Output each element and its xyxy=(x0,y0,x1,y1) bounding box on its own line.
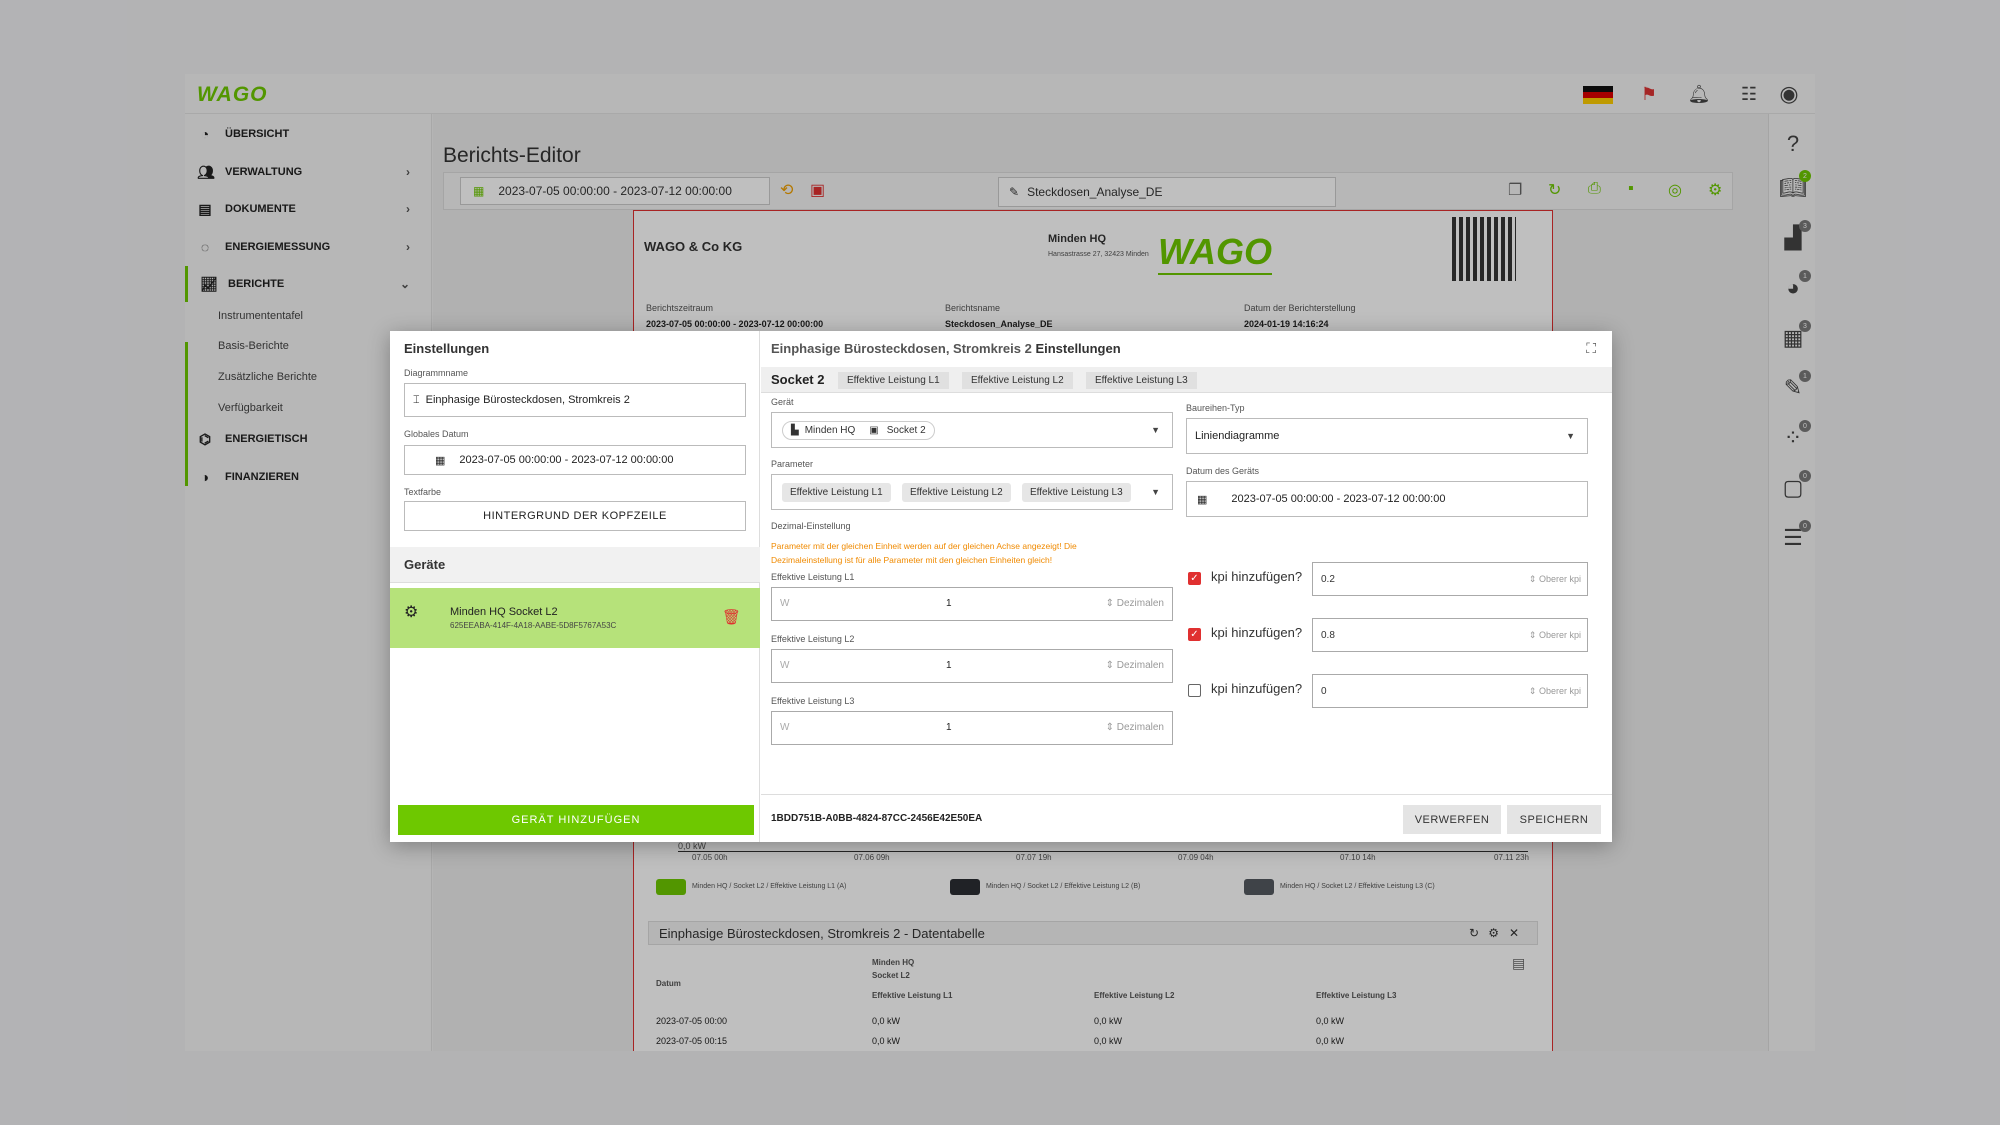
device-chip-socket: Socket 2 xyxy=(886,425,926,436)
settings-title: Einstellungen xyxy=(404,341,490,356)
device-date-value: 2023-07-05 00:00:00 - 2023-07-12 00:00:0… xyxy=(1231,493,1446,505)
kpi-placeholder: Oberer kpi xyxy=(1538,686,1581,696)
diagram-name-label: Diagrammname xyxy=(404,368,469,378)
fullscreen-icon[interactable]: ⛶ xyxy=(1586,340,1596,357)
diagram-title-suffix: Einstellungen xyxy=(1035,341,1121,356)
decimal-value: 1 xyxy=(946,660,952,671)
dialog-right-panel: Einphasige Bürosteckdosen, Stromkreis 2 … xyxy=(761,331,1612,842)
text-cursor-icon: ⌶ xyxy=(413,393,420,406)
decimal-placeholder: Dezimalen xyxy=(1116,660,1164,671)
gears-icon[interactable]: ⚙ xyxy=(404,602,418,622)
discard-button[interactable]: VERWERFEN xyxy=(1403,805,1501,834)
decimal-setting-label: Dezimal-Einstellung xyxy=(771,521,851,531)
global-date-input[interactable]: ▦ 2023-07-05 00:00:00 - 2023-07-12 00:00:… xyxy=(404,445,746,475)
tab-effektive-leistung-l1[interactable]: Effektive Leistung L1 xyxy=(838,372,949,389)
kpi-value: 0.8 xyxy=(1321,630,1335,641)
decimal-setting-note: Parameter mit der gleichen Einheit werde… xyxy=(771,541,1077,565)
unit-label: W xyxy=(780,660,790,671)
header-background-button[interactable]: HINTERGRUND DER KOPFZEILE xyxy=(404,501,746,531)
kpi-value: 0.2 xyxy=(1321,574,1335,585)
calendar-icon: ▦ xyxy=(1197,493,1208,506)
device-label: Gerät xyxy=(771,397,794,407)
tab-bar: Socket 2 Effektive Leistung L1 Effektive… xyxy=(761,367,1612,393)
diagram-id: 1BDD751B-A0BB-4824-87CC-2456E42E50EA xyxy=(771,813,983,824)
decimal-placeholder: Dezimalen xyxy=(1116,722,1164,733)
kpi-stepper[interactable]: ⇕ Oberer kpi xyxy=(1529,686,1581,697)
tab-effektive-leistung-l2[interactable]: Effektive Leistung L2 xyxy=(962,372,1073,389)
device-list-item[interactable]: ⚙ Minden HQ Socket L2 625EEABA-414F-4A18… xyxy=(390,588,760,648)
parameter-chip[interactable]: Effektive Leistung L2 xyxy=(902,483,1011,502)
series-type-label: Baureihen-Typ xyxy=(1186,403,1245,413)
kpi-input-2[interactable]: 0.8 ⇕ Oberer kpi xyxy=(1312,618,1588,652)
kpi-input-1[interactable]: 0.2 ⇕ Oberer kpi xyxy=(1312,562,1588,596)
device-chip[interactable]: ▙ Minden HQ ▣ Socket 2 xyxy=(782,421,935,440)
unit-label: W xyxy=(780,722,790,733)
kpi-label-2: kpi hinzufügen? xyxy=(1211,625,1303,640)
diagram-name-input[interactable]: ⌶ Einphasige Bürosteckdosen, Stromkreis 2 xyxy=(404,383,746,417)
kpi-label-3: kpi hinzufügen? xyxy=(1211,681,1303,696)
kpi-checkbox-1[interactable]: ✓ xyxy=(1188,572,1201,585)
decimal-stepper[interactable]: ⇕ Dezimalen xyxy=(1106,598,1164,609)
decimal-value: 1 xyxy=(946,598,952,609)
device-date-label: Datum des Geräts xyxy=(1186,466,1260,476)
building-icon: ▙ xyxy=(791,425,799,436)
diagram-name-value: Einphasige Bürosteckdosen, Stromkreis 2 xyxy=(425,394,630,406)
decimal-stepper[interactable]: ⇕ Dezimalen xyxy=(1106,722,1164,733)
kpi-checkbox-3[interactable] xyxy=(1188,684,1201,697)
kpi-placeholder: Oberer kpi xyxy=(1538,630,1581,640)
calendar-icon: ▦ xyxy=(435,454,446,467)
kpi-checkbox-2[interactable]: ✓ xyxy=(1188,628,1201,641)
parameter-chip[interactable]: Effektive Leistung L3 xyxy=(1022,483,1131,502)
diagram-settings-title: Einphasige Bürosteckdosen, Stromkreis 2 … xyxy=(771,341,1121,356)
dialog-left-panel: Einstellungen Diagrammname ⌶ Einphasige B… xyxy=(390,331,760,842)
text-color-label: Textfarbe xyxy=(404,487,442,497)
diagram-title-text: Einphasige Bürosteckdosen, Stromkreis 2 xyxy=(771,341,1032,356)
add-device-button[interactable]: GERÄT HINZUFÜGEN xyxy=(398,805,754,835)
kpi-stepper[interactable]: ⇕ Oberer kpi xyxy=(1529,630,1581,641)
device-select[interactable]: ▙ Minden HQ ▣ Socket 2 ▼ xyxy=(771,412,1173,448)
dropdown-arrow-icon[interactable]: ▼ xyxy=(1151,425,1160,435)
decimal-stepper[interactable]: ⇕ Dezimalen xyxy=(1106,660,1164,671)
device-date-input[interactable]: ▦ 2023-07-05 00:00:00 - 2023-07-12 00:00:… xyxy=(1186,481,1588,517)
decimal-input-l1[interactable]: W 1 ⇕ Dezimalen xyxy=(771,587,1173,621)
decimal-input-l2[interactable]: W 1 ⇕ Dezimalen xyxy=(771,649,1173,683)
global-date-value: 2023-07-05 00:00:00 - 2023-07-12 00:00:0… xyxy=(459,454,674,466)
settings-dialog: Einstellungen Diagrammname ⌶ Einphasige B… xyxy=(390,331,1612,842)
unit-label: W xyxy=(780,598,790,609)
decimal-placeholder: Dezimalen xyxy=(1116,598,1164,609)
kpi-label-1: kpi hinzufügen? xyxy=(1211,569,1303,584)
devices-title: Geräte xyxy=(404,557,446,572)
socket-icon: ▣ xyxy=(869,425,879,436)
kpi-value: 0 xyxy=(1321,686,1327,697)
dropdown-arrow-icon[interactable]: ▼ xyxy=(1566,431,1575,441)
kpi-input-3[interactable]: 0 ⇕ Oberer kpi xyxy=(1312,674,1588,708)
global-date-label: Globales Datum xyxy=(404,429,469,439)
tab-effektive-leistung-l3[interactable]: Effektive Leistung L3 xyxy=(1086,372,1197,389)
dialog-footer: 1BDD751B-A0BB-4824-87CC-2456E42E50EA VER… xyxy=(761,794,1612,842)
field-l3-label: Effektive Leistung L3 xyxy=(771,696,855,706)
device-id: 625EEABA-414F-4A18-AABE-5D8F5767A53C xyxy=(450,621,617,630)
decimal-value: 1 xyxy=(946,722,952,733)
kpi-stepper[interactable]: ⇕ Oberer kpi xyxy=(1529,574,1581,585)
save-button[interactable]: SPEICHERN xyxy=(1507,805,1601,834)
series-type-value: Liniendiagramme xyxy=(1195,430,1280,442)
decimal-input-l3[interactable]: W 1 ⇕ Dezimalen xyxy=(771,711,1173,745)
parameter-select[interactable]: Effektive Leistung L1 Effektive Leistung… xyxy=(771,474,1173,510)
devices-section-header: Geräte xyxy=(390,547,760,583)
series-type-select[interactable]: Liniendiagramme ▼ xyxy=(1186,418,1588,454)
device-name: Minden HQ Socket L2 xyxy=(450,606,558,618)
field-l1-label: Effektive Leistung L1 xyxy=(771,572,855,582)
trash-icon[interactable]: 🗑︎ xyxy=(722,608,741,626)
parameter-label: Parameter xyxy=(771,459,814,469)
parameter-chip[interactable]: Effektive Leistung L1 xyxy=(782,483,891,502)
device-chip-label: Minden HQ xyxy=(804,425,856,436)
tab-socket-2[interactable]: Socket 2 xyxy=(762,371,833,388)
field-l2-label: Effektive Leistung L2 xyxy=(771,634,855,644)
dropdown-arrow-icon[interactable]: ▼ xyxy=(1151,487,1160,497)
kpi-placeholder: Oberer kpi xyxy=(1538,574,1581,584)
